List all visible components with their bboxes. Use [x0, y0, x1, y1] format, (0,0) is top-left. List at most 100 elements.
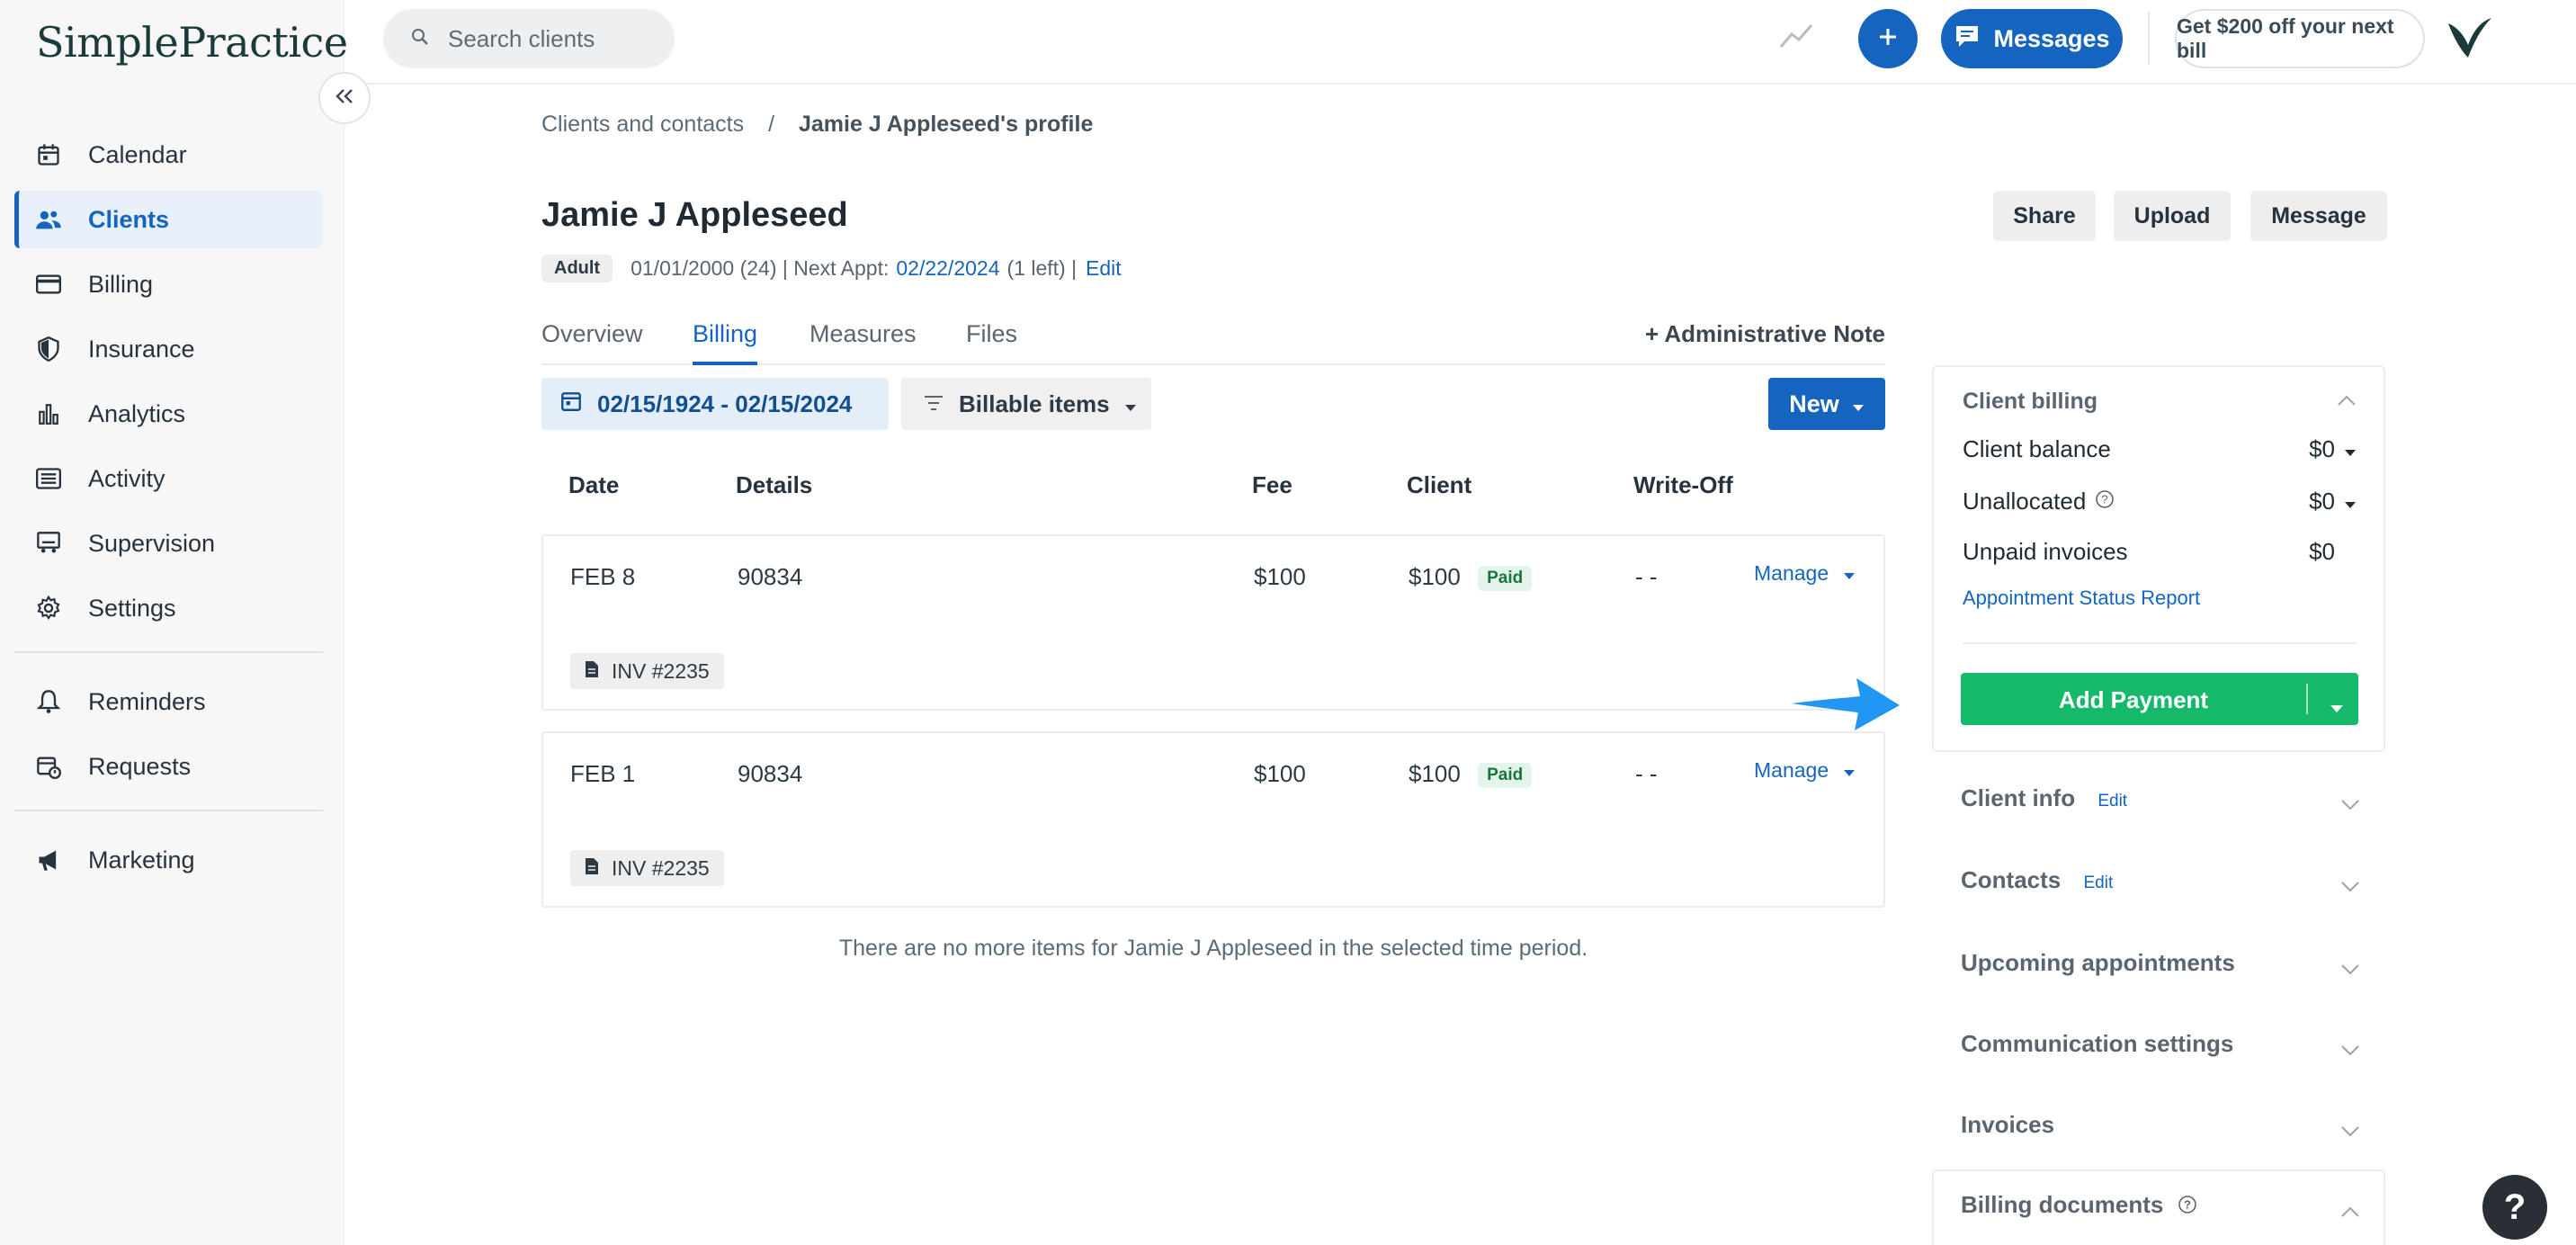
manage-dropdown[interactable]: Manage: [1754, 758, 1856, 783]
credit-card-icon: [34, 270, 63, 299]
client-amount: $100: [1409, 760, 1461, 787]
search-input[interactable]: Search clients: [383, 9, 675, 68]
client-balance-row: Client balance $0: [1963, 435, 2357, 463]
client-info-section[interactable]: Client info Edit: [1961, 784, 2360, 812]
sidebar-item-clients[interactable]: Clients: [14, 191, 323, 248]
trend-icon[interactable]: [1779, 20, 1813, 57]
unpaid-invoices-value: $0: [2309, 538, 2335, 565]
sidebar-item-analytics[interactable]: Analytics: [14, 385, 323, 443]
client-balance-dropdown[interactable]: $0: [2309, 435, 2357, 463]
sidebar-item-label: Insurance: [88, 335, 195, 363]
caret-down-icon: [1843, 561, 1856, 586]
help-circle-icon[interactable]: ?: [2095, 488, 2115, 515]
double-chevron-left-icon: [334, 87, 355, 110]
appointment-status-report-link[interactable]: Appointment Status Report: [1963, 587, 2200, 610]
quick-add-button[interactable]: [1858, 9, 1918, 68]
invoices-section[interactable]: Invoices: [1961, 1111, 2360, 1139]
administrative-note-button[interactable]: + Administrative Note: [1645, 320, 1885, 348]
column-header-date: Date: [568, 471, 620, 498]
sidebar-item-supervision[interactable]: Supervision: [14, 515, 323, 572]
caret-down-icon: [1852, 390, 1865, 418]
topbar: Search clients Messages Get $200 off you…: [345, 0, 2576, 85]
client-balance-label: Client balance: [1963, 435, 2111, 462]
new-button[interactable]: New: [1768, 378, 1885, 430]
contacts-edit-link[interactable]: Edit: [2083, 873, 2113, 892]
tab-measures[interactable]: Measures: [809, 320, 917, 365]
row-client-amount: $100 Paid: [1409, 760, 1533, 789]
client-balance-value: $0: [2309, 435, 2335, 462]
sidebar-item-label: Supervision: [88, 529, 216, 557]
add-payment-label: Add Payment: [2058, 686, 2209, 713]
edit-client-link[interactable]: Edit: [1086, 256, 1122, 281]
help-circle-icon[interactable]: ?: [2178, 1193, 2197, 1220]
logo[interactable]: SimplePractice: [36, 18, 348, 67]
chevron-up-icon[interactable]: [2337, 394, 2357, 411]
contacts-section[interactable]: Contacts Edit: [1961, 866, 2360, 894]
sidebar-item-label: Marketing: [88, 846, 195, 873]
billable-items-filter[interactable]: Billable items: [901, 378, 1151, 430]
sidebar-item-requests[interactable]: Requests: [14, 738, 323, 795]
client-billing-title[interactable]: Client billing: [1963, 389, 2097, 415]
tab-overview[interactable]: Overview: [541, 320, 643, 365]
brand-mark-icon[interactable]: [2441, 11, 2495, 69]
chevron-down-icon: [2340, 954, 2360, 982]
sidebar-item-settings[interactable]: Settings: [14, 579, 323, 637]
sidebar-item-billing[interactable]: Billing: [14, 255, 323, 313]
sidebar-item-activity[interactable]: Activity: [14, 450, 323, 507]
client-info-edit-link[interactable]: Edit: [2097, 792, 2127, 811]
supervision-icon: [34, 529, 63, 558]
invoice-number: INV #2235: [612, 855, 710, 880]
tab-files[interactable]: Files: [966, 320, 1017, 365]
collapse-sidebar-button[interactable]: [318, 72, 371, 124]
upload-button[interactable]: Upload: [2114, 191, 2231, 241]
chevron-down-icon: [2340, 790, 2360, 818]
invoices-title: Invoices: [1961, 1111, 2055, 1138]
caret-down-icon: [2344, 488, 2357, 515]
share-button[interactable]: Share: [1993, 191, 2096, 241]
age-badge: Adult: [541, 255, 613, 282]
invoice-chip[interactable]: INV #2235: [570, 653, 724, 689]
caret-down-icon: [1843, 758, 1856, 783]
document-icon: [585, 659, 599, 684]
caret-down-icon[interactable]: [2330, 693, 2344, 721]
status-badge: Paid: [1478, 566, 1533, 592]
breadcrumb-separator: /: [768, 112, 775, 137]
add-payment-button[interactable]: Add Payment: [1961, 673, 2358, 725]
billing-documents-title: Billing documents: [1961, 1191, 2164, 1218]
communication-settings-title: Communication settings: [1961, 1030, 2234, 1057]
caret-down-icon: [2344, 435, 2357, 463]
profile-tabs: Overview Billing Measures Files + Admini…: [541, 320, 1885, 365]
chevron-down-icon: [2340, 872, 2360, 900]
messages-label: Messages: [1993, 24, 2110, 52]
page-title: Jamie J Appleseed: [541, 196, 848, 234]
breadcrumb-parent[interactable]: Clients and contacts: [541, 112, 744, 137]
promo-button[interactable]: Get $200 off your next bill: [2175, 9, 2425, 68]
tab-billing[interactable]: Billing: [693, 320, 758, 365]
sidebar-item-marketing[interactable]: Marketing: [14, 831, 323, 889]
manage-dropdown[interactable]: Manage: [1754, 561, 1856, 586]
sidebar-item-calendar[interactable]: Calendar: [14, 126, 323, 184]
billing-documents-section[interactable]: Billing documents ?: [1961, 1191, 2360, 1221]
shield-icon: [34, 335, 63, 363]
date-range-filter[interactable]: 02/15/1924 - 02/15/2024: [541, 378, 889, 430]
sidebar-item-label: Activity: [88, 464, 165, 492]
upcoming-appointments-section[interactable]: Upcoming appointments: [1961, 949, 2360, 977]
next-appt-link[interactable]: 02/22/2024: [896, 256, 999, 281]
unpaid-invoices-label: Unpaid invoices: [1963, 538, 2128, 565]
table-row: FEB 8 90834 $100 $100 Paid - - Manage IN…: [541, 534, 1885, 711]
help-button[interactable]: ?: [2482, 1175, 2547, 1240]
messages-button[interactable]: Messages: [1941, 9, 2123, 68]
sidebar-item-reminders[interactable]: Reminders: [14, 673, 323, 730]
message-button[interactable]: Message: [2250, 191, 2387, 241]
gear-icon: [34, 594, 63, 622]
dob-info: 01/01/2000 (24) | Next Appt:: [631, 256, 890, 280]
row-write-off: - -: [1635, 563, 1658, 590]
appt-left-info: (1 left) |: [1006, 256, 1078, 280]
communication-settings-section[interactable]: Communication settings: [1961, 1030, 2360, 1058]
client-info-title: Client info: [1961, 784, 2076, 811]
invoice-chip[interactable]: INV #2235: [570, 850, 724, 886]
unallocated-dropdown[interactable]: $0: [2309, 488, 2357, 515]
sidebar-item-label: Requests: [88, 752, 192, 780]
sidebar-item-insurance[interactable]: Insurance: [14, 320, 323, 378]
unallocated-row: Unallocated ? $0: [1963, 488, 2357, 515]
